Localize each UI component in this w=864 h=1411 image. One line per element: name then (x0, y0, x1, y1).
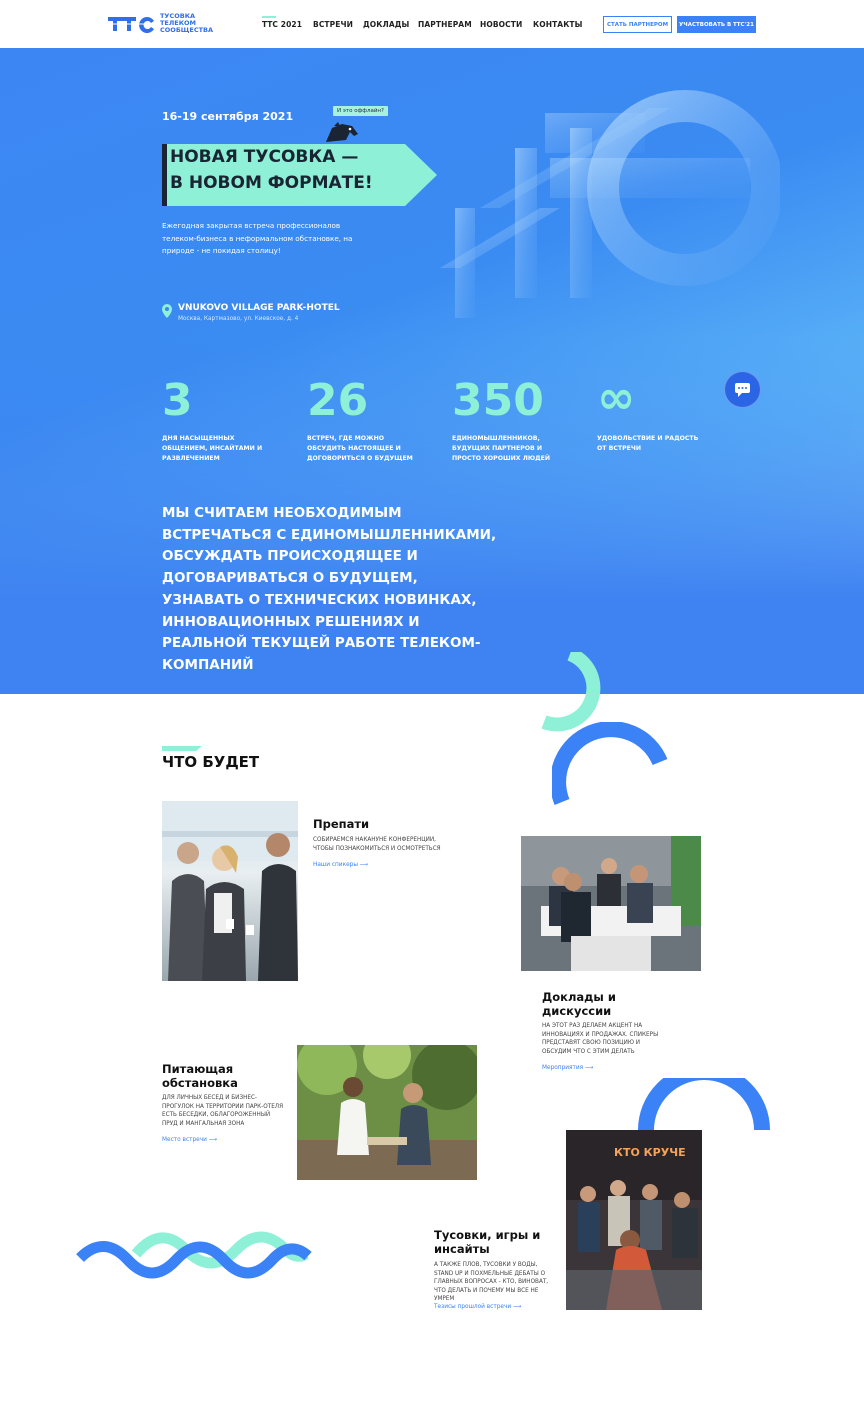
manifest-text: Мы считаем необходимым встречаться с еди… (162, 505, 497, 673)
stat-number: 3 (162, 375, 193, 426)
horse-icon (326, 122, 358, 142)
venue-name: VNUKOVO VILLAGE PARK-HOTEL (178, 303, 340, 313)
nav-item-meetings[interactable]: ВСТРЕЧИ (313, 20, 353, 29)
item-text: Для личных бесед и бизнес-прогулок на те… (162, 1095, 284, 1127)
wave-decor-icon (76, 1231, 312, 1279)
stat-label: встреч, где можно обсудить настоящее и д… (307, 435, 413, 462)
stat-label: дня насыщенных общением, инсайтами и раз… (162, 435, 263, 462)
events-link[interactable]: Мероприятия ⟶ (542, 1065, 593, 1071)
stat-number: 350 (452, 375, 544, 426)
participate-button[interactable]: УЧАСТВОВАТЬ В ТТС'21 (677, 16, 756, 33)
nav-item-reports[interactable]: ДОКЛАДЫ (363, 20, 409, 29)
event-date: 16-19 сентября 2021 (162, 110, 294, 123)
logo-text: ТУСОВКА ТЕЛЕКОМ СООБЩЕСТВА (160, 12, 214, 34)
ttc-logo-icon[interactable] (108, 15, 158, 33)
item-title: Доклады и дискуссии (542, 990, 616, 1018)
party-photo: КТО КРУЧЕ (566, 1130, 702, 1310)
item-text: А также плов, тусовки у воды, stand up и… (434, 1262, 549, 1302)
sign-text: КТО КРУЧЕ (614, 1146, 686, 1159)
hero-description: Ежегодная закрытая встреча профессионало… (162, 221, 353, 255)
stat-label: удовольствие и радость от встречи (597, 435, 699, 452)
theses-link[interactable]: Тезисы прошлой встречи ⟶ (434, 1304, 521, 1310)
site-header: ТУСОВКА ТЕЛЕКОМ СООБЩЕСТВА ТТС 2021 ВСТР… (0, 0, 864, 48)
arrow-right-icon: ⟶ (513, 1304, 522, 1310)
arc-decor-icon (552, 722, 668, 806)
venue-address: Москва, Картмазово, ул. Киевское, д. 4 (178, 316, 299, 322)
nav-item-ttc2021[interactable]: ТТС 2021 (262, 20, 302, 29)
item-text: На этот раз делаем акцент на инновациях … (542, 1023, 659, 1055)
location-pin-icon (162, 304, 172, 318)
arrow-right-icon: ⟶ (208, 1137, 218, 1143)
chat-icon (735, 383, 750, 397)
chat-button[interactable] (724, 371, 761, 408)
arc-decor-icon (541, 652, 601, 732)
item-title: Питающая обстановка (162, 1062, 238, 1090)
atmosphere-photo (297, 1045, 477, 1180)
hero-section: 16-19 сентября 2021 И это оффлайн? НОВАЯ… (0, 48, 864, 694)
section-title-bar (162, 746, 202, 751)
nav-item-partners[interactable]: ПАРТНЕРАМ (418, 20, 472, 29)
arrow-right-icon: ⟶ (359, 862, 369, 868)
reports-photo (521, 836, 701, 971)
become-partner-button[interactable]: СТАТЬ ПАРТНЕРОМ (603, 16, 672, 33)
nav-active-indicator (262, 16, 276, 18)
nav-item-contacts[interactable]: КОНТАКТЫ (533, 20, 583, 29)
infinity-icon: ∞ (597, 370, 636, 424)
item-title: Тусовки, игры и инсайты (434, 1228, 541, 1256)
hero-headline: НОВАЯ ТУСОВКА — В НОВОМ ФОРМАТЕ! (170, 144, 373, 196)
ttc-graphic-icon (440, 90, 780, 318)
item-title: Препати (313, 817, 370, 831)
arrow-right-icon: ⟶ (585, 1065, 594, 1071)
stat-number: 26 (307, 375, 369, 426)
speakers-link[interactable]: Наши спикеры ⟶ (313, 862, 368, 868)
nav-item-news[interactable]: НОВОСТИ (480, 20, 522, 29)
stat-label: единомышленников, будущих партнеров и пр… (452, 435, 551, 462)
venue-link[interactable]: Место встречи ⟶ (162, 1137, 217, 1143)
speech-bubble: И это оффлайн? (333, 106, 388, 116)
arc-decor-icon (638, 1078, 770, 1130)
item-text: Собираемся накануне конференции, чтобы п… (313, 837, 441, 852)
section-title: ЧТО БУДЕТ (162, 753, 260, 771)
headline-line-2: В НОВОМ ФОРМАТЕ! (170, 173, 373, 193)
headline-line-1: НОВАЯ ТУСОВКА — (170, 147, 359, 167)
preparty-photo (162, 801, 298, 981)
